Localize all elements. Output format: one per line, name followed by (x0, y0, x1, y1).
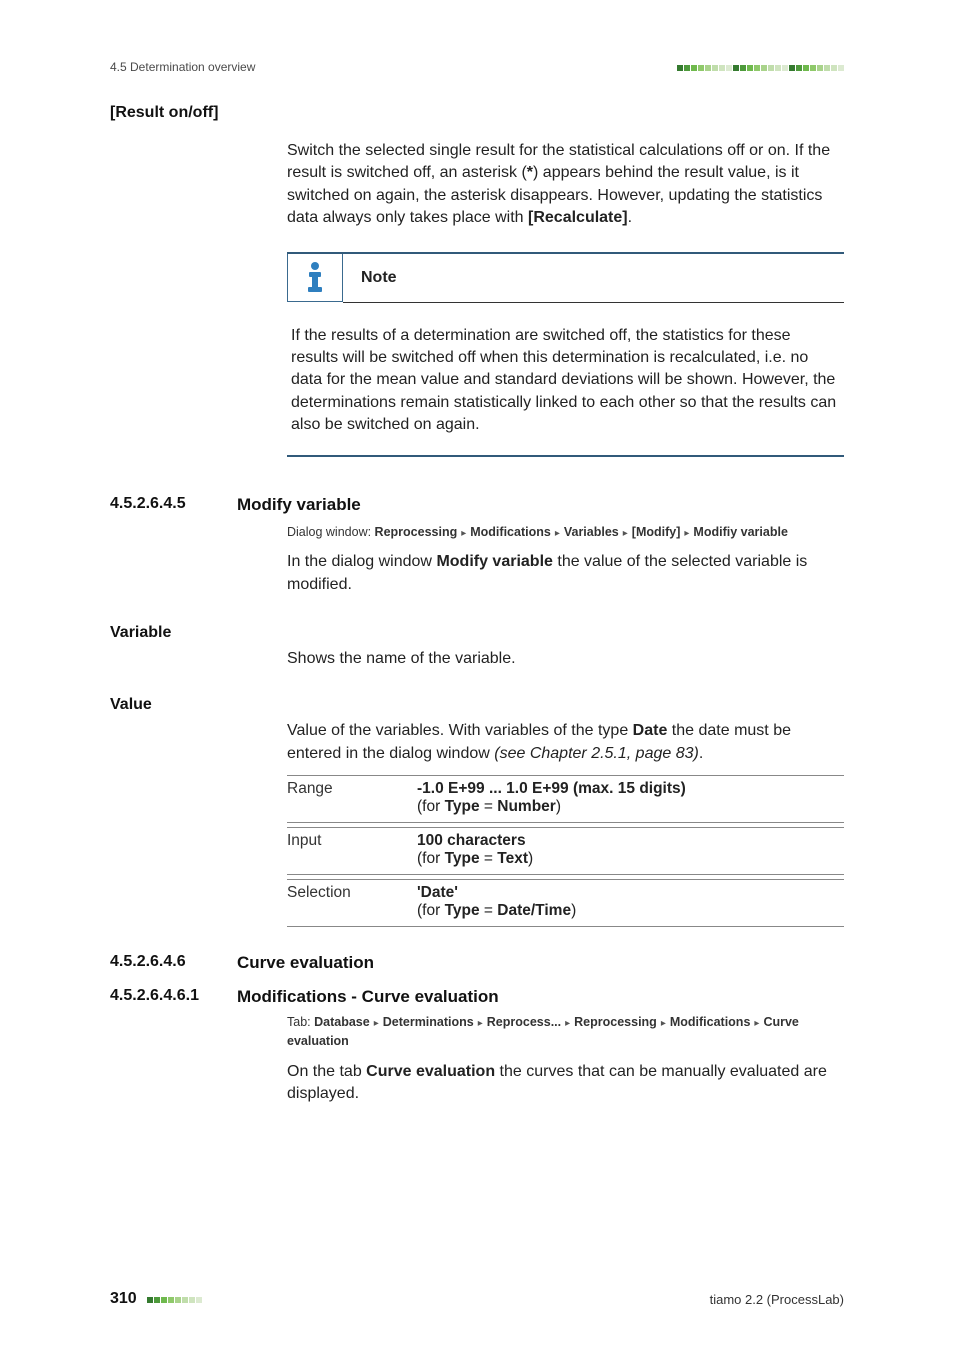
value-properties-table: Range-1.0 E+99 ... 1.0 E+99 (max. 15 dig… (287, 775, 844, 927)
heading-title-mod-curve-eval: Modifications - Curve evaluation (237, 987, 499, 1006)
prop-key: Input (287, 832, 417, 868)
result-onoff-paragraph: Switch the selected single result for th… (287, 140, 844, 230)
breadcrumb-separator-icon: ▸ (478, 1016, 483, 1031)
header-ornament (676, 60, 844, 74)
term-result-onoff: [Result on/off] (110, 104, 218, 121)
table-row: Range-1.0 E+99 ... 1.0 E+99 (max. 15 dig… (287, 775, 844, 823)
breadcrumb-separator-icon: ▸ (684, 526, 689, 541)
breadcrumb-separator-icon: ▸ (565, 1016, 570, 1031)
note-body: If the results of a determination are sw… (287, 303, 844, 455)
breadcrumb-separator-icon: ▸ (623, 526, 628, 541)
info-icon (287, 254, 343, 302)
prop-value: -1.0 E+99 ... 1.0 E+99 (max. 15 digits)(… (417, 780, 844, 816)
table-row: Selection'Date'(for Type = Date/Time) (287, 879, 844, 927)
footer-ornament (146, 1291, 202, 1306)
heading-num-modify-variable: 4.5.2.6.4.5 (110, 495, 186, 512)
breadcrumb-separator-icon: ▸ (374, 1016, 379, 1031)
curve-eval-intro: On the tab Curve evaluation the curves t… (287, 1061, 844, 1106)
heading-title-modify-variable: Modify variable (237, 495, 361, 514)
term-value: Value (110, 696, 152, 713)
breadcrumb-separator-icon: ▸ (461, 526, 466, 541)
running-head-left: 4.5 Determination overview (110, 60, 255, 74)
tab-path-curve-eval: Tab: Database▸Determinations▸Reprocess..… (287, 1013, 844, 1051)
footer-doc: tiamo 2.2 (ProcessLab) (710, 1292, 844, 1307)
variable-text: Shows the name of the variable. (287, 648, 844, 670)
note-box: Note If the results of a determination a… (287, 252, 844, 457)
breadcrumb-separator-icon: ▸ (754, 1016, 759, 1031)
heading-num-mod-curve-eval: 4.5.2.6.4.6.1 (110, 987, 199, 1004)
heading-num-curve-evaluation: 4.5.2.6.4.6 (110, 953, 186, 970)
term-variable: Variable (110, 624, 171, 641)
prop-value: 'Date'(for Type = Date/Time) (417, 884, 844, 920)
dialog-path-modify-variable: Dialog window: Reprocessing▸Modification… (287, 523, 844, 542)
prop-value: 100 characters(for Type = Text) (417, 832, 844, 868)
prop-key: Range (287, 780, 417, 816)
prop-key: Selection (287, 884, 417, 920)
heading-title-curve-evaluation: Curve evaluation (237, 953, 374, 972)
footer-left: 310 (110, 1290, 202, 1308)
modify-variable-intro: In the dialog window Modify variable the… (287, 551, 844, 596)
value-paragraph: Value of the variables. With variables o… (287, 720, 844, 765)
page-number: 310 (110, 1290, 137, 1307)
breadcrumb-separator-icon: ▸ (555, 526, 560, 541)
note-title: Note (361, 269, 397, 287)
table-row: Input100 characters(for Type = Text) (287, 827, 844, 875)
breadcrumb-separator-icon: ▸ (661, 1016, 666, 1031)
